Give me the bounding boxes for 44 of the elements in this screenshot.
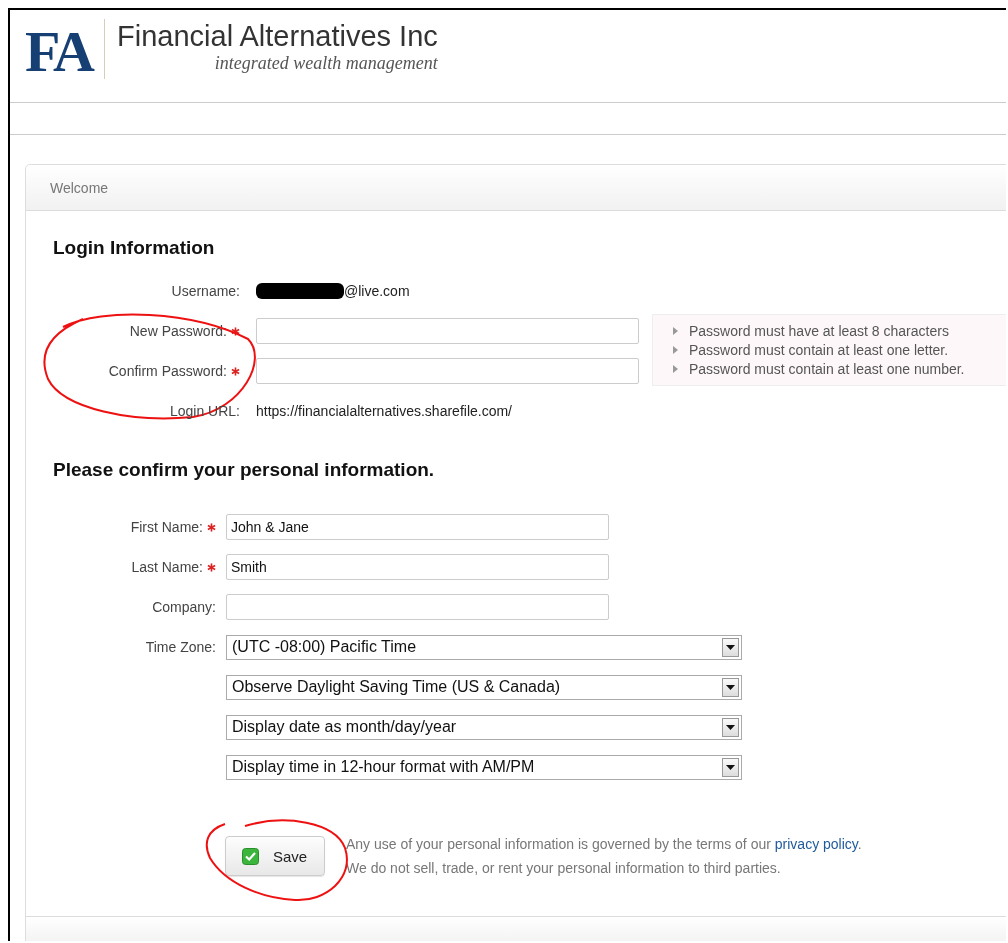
tagline: integrated wealth management — [214, 53, 438, 73]
privacy-notice: We do not sell, trade, or rent your personal information to third parties. — [346, 859, 782, 878]
panel-title: Welcome — [50, 179, 109, 196]
field-label: Time Zone: — [145, 639, 216, 655]
requirement-text: Password must contain at least one number. — [689, 361, 965, 377]
field-value: https://financialalternatives.sharefile.com/ — [256, 403, 512, 419]
required-asterisk-icon — [231, 326, 240, 336]
required-asterisk-icon — [207, 562, 216, 572]
privacy-policy-link[interactable]: privacy policy — [774, 836, 858, 852]
text-field[interactable]: Smith — [226, 554, 609, 580]
privacy-notice: Any use of your personal information is governed by the terms of our privacy policy. — [346, 835, 862, 854]
section-heading: Login Information — [53, 237, 216, 259]
text-field[interactable]: John & Jane — [226, 514, 609, 540]
dropdown-arrow-icon — [726, 724, 735, 730]
bullet-icon — [673, 346, 678, 354]
field-value: @live.com — [256, 283, 410, 299]
dropdown[interactable]: Display time in 12-hour format with AM/PM — [226, 754, 742, 780]
field-label: Company: — [152, 599, 216, 615]
dropdown-arrow-icon — [726, 684, 735, 690]
field-label: Confirm Password: — [108, 363, 227, 379]
required-asterisk-icon — [207, 522, 216, 532]
logo-mark: FA — [25, 27, 92, 77]
check-icon — [242, 847, 259, 865]
required-asterisk-icon — [231, 366, 240, 376]
bullet-icon — [673, 327, 678, 335]
requirement-text: Password must have at least 8 characters — [689, 323, 949, 339]
dropdown-arrow-icon — [726, 764, 735, 770]
field-label: Username: — [171, 283, 240, 299]
section-heading: Please confirm your personal information. — [53, 459, 436, 481]
field-label: Login URL: — [169, 403, 240, 419]
field-label: Last Name: — [131, 559, 203, 575]
field-label: First Name: — [130, 519, 203, 535]
field-label: New Password: — [129, 323, 227, 339]
text-field[interactable] — [226, 594, 609, 620]
dropdown[interactable]: Observe Daylight Saving Time (US & Canada) — [226, 674, 742, 700]
dropdown[interactable]: (UTC -08:00) Pacific Time — [226, 634, 742, 660]
bullet-icon — [673, 365, 678, 373]
password-field[interactable] — [256, 358, 639, 384]
save-button[interactable]: Save — [225, 836, 325, 876]
company-name: Financial Alternatives Inc — [117, 19, 438, 53]
password-field[interactable] — [256, 318, 639, 344]
dropdown[interactable]: Display date as month/day/year — [226, 714, 742, 740]
requirement-text: Password must contain at least one letter. — [689, 342, 949, 358]
dropdown-arrow-icon — [726, 644, 735, 650]
